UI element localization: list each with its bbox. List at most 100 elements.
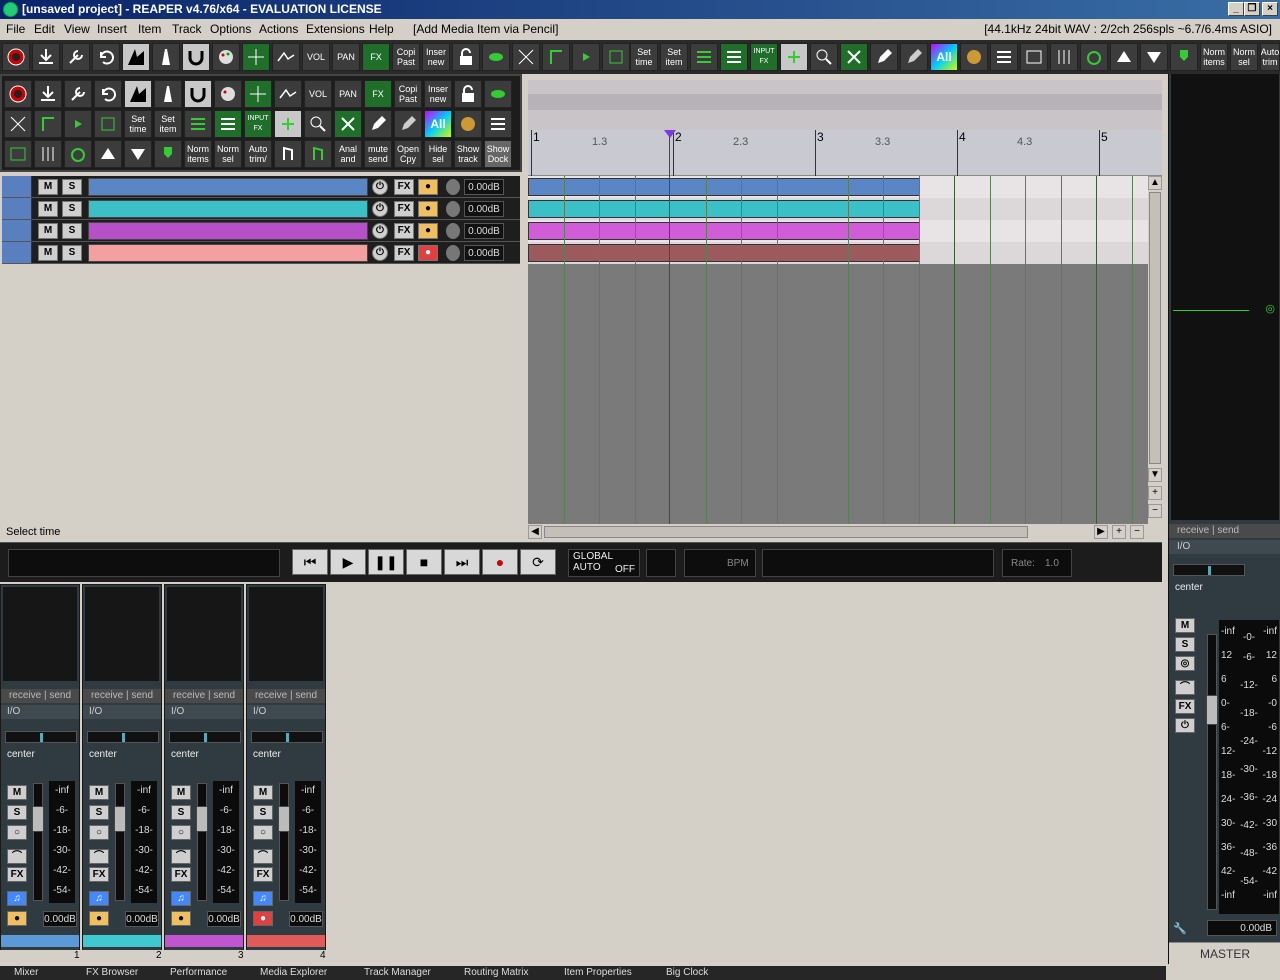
track-name-field[interactable] — [88, 178, 368, 196]
strip-volume[interactable]: 0.00dB — [43, 911, 77, 927]
norm-sel-button[interactable]: Norm sel — [214, 140, 242, 168]
volume-fader[interactable] — [114, 783, 126, 901]
fx-slot-area[interactable] — [3, 587, 77, 681]
restore-button[interactable]: ❐ — [1244, 2, 1260, 16]
master-volume-fader[interactable] — [1206, 634, 1218, 910]
scroll-up-icon[interactable]: ▲ — [1148, 176, 1162, 190]
pencil-icon[interactable] — [364, 110, 392, 138]
lock-icon[interactable] — [452, 43, 480, 71]
eye-icon[interactable] — [482, 43, 510, 71]
master-mono-icon[interactable]: ◎ — [1175, 656, 1195, 671]
record-arm-icon[interactable]: ● — [253, 911, 273, 926]
mute-button[interactable]: M — [89, 785, 109, 800]
input-fx-button[interactable]: INPUT FX — [244, 110, 272, 138]
settings-list-icon[interactable] — [484, 110, 512, 138]
grid-icon[interactable] — [242, 43, 270, 71]
color-palette-icon[interactable] — [214, 80, 242, 108]
bpm-display[interactable]: BPM — [684, 549, 756, 577]
set-item-button[interactable]: Set item — [660, 43, 688, 71]
pencil-icon[interactable] — [870, 43, 898, 71]
snap-icon[interactable] — [182, 43, 210, 71]
pan-envelope-button[interactable]: PAN — [334, 80, 362, 108]
receive-send-label[interactable]: receive | send — [247, 689, 325, 703]
track-header[interactable]: M S ⏻ FX ● 0.00dB — [2, 198, 520, 220]
master-solo-button[interactable]: S — [1175, 637, 1195, 652]
envelope-icon[interactable]: ⌒ — [171, 849, 191, 864]
all-button[interactable]: All — [424, 110, 452, 138]
undo-icon[interactable] — [94, 80, 122, 108]
menu-track[interactable]: Track — [172, 22, 202, 36]
settings-list-icon[interactable] — [990, 43, 1018, 71]
strip-fx-button[interactable]: FX — [171, 867, 191, 882]
window-icon[interactable] — [1020, 43, 1048, 71]
pan-slider[interactable] — [87, 731, 159, 743]
vol-envelope-button[interactable]: VOL — [304, 80, 332, 108]
save-icon[interactable] — [34, 80, 62, 108]
io-button[interactable]: I/O — [83, 705, 161, 719]
track-volume[interactable]: 0.00dB — [464, 201, 504, 217]
receive-send-label[interactable]: receive | send — [165, 689, 243, 703]
zoom-icon[interactable] — [304, 110, 332, 138]
mixer-icon[interactable] — [1050, 43, 1078, 71]
volume-fader[interactable] — [278, 783, 290, 901]
record-arm-icon[interactable]: ● — [171, 911, 191, 926]
tab-fx-browser[interactable]: FX Browser — [86, 967, 138, 978]
receive-send-label[interactable]: receive | send — [83, 689, 161, 703]
record-transport-icon[interactable]: ● — [482, 549, 518, 575]
envelope-icon[interactable]: ⌒ — [253, 849, 273, 864]
zoom-fit-icon[interactable] — [4, 110, 32, 138]
undo-icon[interactable] — [92, 43, 120, 71]
marker-icon[interactable] — [154, 140, 182, 168]
ripple-edit-icon[interactable] — [124, 80, 152, 108]
auto-trim-button[interactable]: Auto trim/ — [244, 140, 272, 168]
phase-icon[interactable]: ○ — [253, 825, 273, 840]
analyse-button[interactable]: Anal and — [334, 140, 362, 168]
arrow-up-icon[interactable] — [94, 140, 122, 168]
envelope-icon[interactable] — [272, 43, 300, 71]
master-io-button[interactable]: I/O — [1169, 540, 1280, 554]
volume-knob-icon[interactable] — [446, 201, 460, 217]
mute-button[interactable]: M — [38, 201, 58, 217]
theme-palette-icon[interactable] — [960, 43, 988, 71]
list-icon[interactable] — [690, 43, 718, 71]
bracket-icon[interactable] — [542, 43, 570, 71]
zoom-icon[interactable] — [810, 43, 838, 71]
track-name-field[interactable] — [88, 200, 368, 218]
insert-new-button[interactable]: Inser new — [424, 80, 452, 108]
receive-send-label[interactable]: receive | send — [1, 689, 79, 703]
eye-icon[interactable] — [484, 80, 512, 108]
repeat-icon[interactable]: ⟳ — [520, 549, 556, 575]
add-icon[interactable] — [274, 110, 302, 138]
vol-envelope-button[interactable]: VOL — [302, 43, 330, 71]
volume-knob-icon[interactable] — [446, 245, 460, 261]
phase-icon[interactable]: ○ — [171, 825, 191, 840]
track-select[interactable] — [2, 242, 32, 263]
track-fx-button[interactable]: FX — [394, 245, 414, 261]
time-display[interactable] — [8, 549, 280, 577]
midi-icon[interactable] — [274, 140, 302, 168]
arrow-down-icon[interactable] — [1140, 43, 1168, 71]
vertical-scrollbar[interactable]: ▲ ▼ + − — [1148, 176, 1162, 524]
phase-icon[interactable]: ○ — [7, 825, 27, 840]
record-arm-icon[interactable]: ● — [7, 911, 27, 926]
track-list-icon[interactable] — [720, 43, 748, 71]
theme-palette-icon[interactable] — [454, 110, 482, 138]
norm-sel-button[interactable]: Norm sel — [1230, 43, 1258, 71]
strip-fx-button[interactable]: FX — [7, 867, 27, 882]
hide-sel-button[interactable]: Hide sel — [424, 140, 452, 168]
pencil-alt-icon[interactable] — [394, 110, 422, 138]
stop-icon[interactable]: ■ — [406, 549, 442, 575]
volume-knob-icon[interactable] — [446, 223, 460, 239]
power-icon[interactable]: ⏻ — [372, 245, 388, 261]
scroll-down-icon[interactable]: ▼ — [1148, 468, 1162, 482]
mute-send-button[interactable]: mute send — [364, 140, 392, 168]
circle-green-icon[interactable] — [1080, 43, 1108, 71]
record-icon[interactable] — [2, 43, 30, 71]
solo-button[interactable]: S — [62, 179, 82, 195]
scissors-icon[interactable] — [334, 110, 362, 138]
tab-track-manager[interactable]: Track Manager — [364, 967, 431, 978]
pan-slider[interactable] — [251, 731, 323, 743]
master-envelope-icon[interactable]: ⌒ — [1175, 680, 1195, 695]
open-copy-button[interactable]: Open Cpy — [394, 140, 422, 168]
solo-button[interactable]: S — [171, 805, 191, 820]
